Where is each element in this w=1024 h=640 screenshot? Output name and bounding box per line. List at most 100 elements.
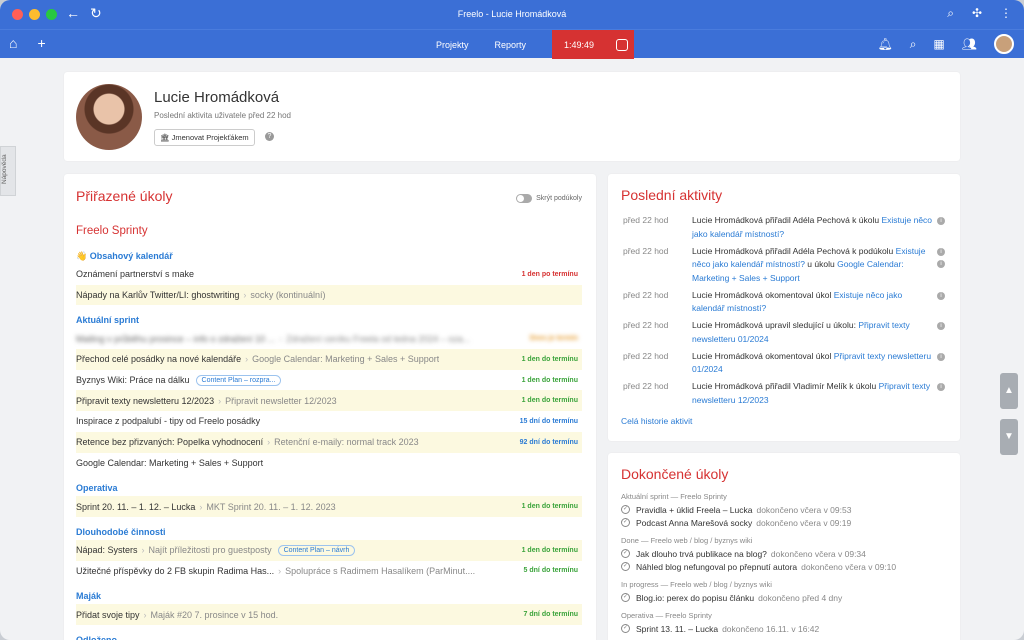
scroll-down-button[interactable]: ▼ [1000,419,1018,455]
add-icon[interactable]: + [37,35,45,51]
info-icon[interactable]: i [937,383,945,391]
task-name[interactable]: Přidat svoje tipy [76,610,140,620]
completed-task[interactable]: ✓ Náhled blog nefungoval po přepnutí auto… [621,560,947,573]
activity-description: Lucie Hromádková okomentoval úkol [692,350,834,361]
nav-reports-link[interactable]: Reporty [495,40,527,50]
parent-task-name[interactable]: MKT Sprint 20. 11. – 1. 12. 2023 [199,502,335,512]
completed-task[interactable]: ✓ Jak dlouho trvá publikace na blog? dokon… [621,547,947,560]
task-row[interactable]: Byznys Wiki: Práce na dálku Content Plan … [76,370,582,391]
top-navbar: ⌂ + Projekty Reporty 1:49:49 🔔︎ ⌕ ▦ 👥︎ [0,29,1024,59]
task-section-heading[interactable]: Operativa [76,480,582,496]
task-row[interactable]: Připravit texty newsletteru 12/2023 Připr… [76,390,582,412]
completed-task-name[interactable]: Blog.io: perex do popisu článku [636,593,754,603]
completed-task-name[interactable]: Jak dlouho trvá publikace na blog? [636,549,767,559]
completed-task[interactable]: ✓ Sprint 13. 11. – Lucka dokončeno 16.11. … [621,622,947,635]
task-name[interactable]: Připravit texty newsletteru 12/2023 [76,396,214,406]
task-row[interactable]: Přechod celé posádky na nové kalendáře Go… [76,349,582,370]
task-row[interactable]: Google Calendar: Marketing + Sales + Sup… [76,453,582,474]
timer-value: 1:49:49 [564,39,595,50]
due-status: 1 den do termínu [521,355,578,363]
parent-task-name[interactable]: Retenční e-maily: normal track 2023 [267,437,419,447]
task-row[interactable]: Přidat svoje tipy Maják #20 7. prosince v… [76,604,582,625]
parent-task-name[interactable]: Najít příležitosti pro guestposty [142,545,272,555]
info-icon[interactable]: i [937,291,945,300]
task-name[interactable]: Inspirace z podpalubí - tipy od Freelo p… [76,416,260,426]
user-avatar[interactable] [994,34,1014,54]
nav-projects-link[interactable]: Projekty [436,40,469,50]
completed-task-name[interactable]: Pravidla + úklid Freela – Lucka [636,505,752,515]
info-icon[interactable]: i [937,217,945,225]
task-row[interactable]: Nápad: Systers Najít příležitosti pro gue… [76,539,582,561]
task-row[interactable]: Oznámení partnerství s make 1 den po term… [76,264,582,285]
scroll-up-button[interactable]: ▲ [1000,373,1018,409]
task-list-tag[interactable]: Content Plan – rozpra... [195,374,282,386]
parent-task-name[interactable]: Google Calendar: Marketing + Sales + Sup… [245,354,439,364]
task-row[interactable]: Mailing v průběhu prosince – info o zdra… [76,328,582,349]
task-row[interactable]: Nápady na Karlův Twitter/LI: ghostwritin… [76,284,582,306]
notifications-bell-icon[interactable]: 🔔︎ [877,37,892,51]
calendar-icon[interactable]: ▦ [933,37,944,51]
home-icon[interactable]: ⌂ [9,35,17,51]
help-icon[interactable]: ? [265,132,274,141]
task-name[interactable]: Přechod celé posádky na nové kalendáře [76,354,241,364]
time-tracker[interactable]: 1:49:49 [552,30,635,59]
task-name[interactable]: Mailing v průběhu prosince – info o zdra… [76,334,275,344]
project-name[interactable]: Freelo Sprinty [76,225,148,237]
task-name[interactable]: Retence bez přizvaných: Popelka vyhodnoc… [76,437,263,447]
task-name[interactable]: Užitečné příspěvky do 2 FB skupin Radima… [76,566,274,576]
profile-name: Lucie Hromádková [154,89,280,106]
task-name[interactable]: Google Calendar: Marketing + Sales + Sup… [76,458,263,468]
completed-task[interactable]: ✓ Blog.io: perex do popisu článku dokončen… [621,591,947,604]
info-icon[interactable]: i [937,259,945,268]
check-circle-icon[interactable]: ✓ [621,624,630,633]
completed-task-name[interactable]: Podcast Anna Marešová socky [636,518,752,528]
activity-item: před 22 hod Lucie Hromádková okomentoval … [623,289,945,316]
parent-task-name[interactable]: Připravit newsletter 12/2023 [218,396,337,406]
stop-timer-icon[interactable] [616,38,629,51]
info-icon[interactable]: i [937,247,945,256]
task-row[interactable]: Užitečné příspěvky do 2 FB skupin Radima… [76,561,582,582]
task-name[interactable]: Sprint 20. 11. – 1. 12. – Lucka [76,502,195,512]
users-icon[interactable]: 👥︎ [962,37,977,51]
zoom-icon[interactable]: ⌕ [947,6,954,21]
extensions-icon[interactable]: ✣ [972,6,982,21]
task-name[interactable]: Nápad: Systers [76,545,138,555]
completed-task-name[interactable]: Sprint 13. 11. – Lucka [636,624,718,634]
task-section-heading[interactable]: Maják [76,588,582,604]
completed-task[interactable]: ✓ Pravidla + úklid Freela – Lucka dokončen… [621,503,947,516]
due-status: Dnes je termín [529,335,578,343]
task-row[interactable]: Inspirace z podpalubí - tipy od Freelo p… [76,411,582,432]
check-circle-icon[interactable]: ✓ [621,518,630,527]
check-circle-icon[interactable]: ✓ [621,593,630,602]
task-section-heading[interactable]: Dlouhodobé činnosti [76,524,582,540]
task-section-heading[interactable]: Aktuální sprint [76,312,582,328]
task-section-heading[interactable]: 👋 Obsahový kalendář [76,248,582,264]
task-row[interactable]: Retence bez přizvaných: Popelka vyhodnoc… [76,431,582,453]
parent-task-name[interactable]: socky (kontinuální) [243,290,325,300]
more-menu-icon[interactable]: ⋮ [1000,6,1012,21]
search-icon[interactable]: ⌕ [910,37,917,52]
help-side-tab[interactable]: Nápověda [0,146,16,196]
completed-task-name[interactable]: Náhled blog nefungoval po přepnutí autor… [636,562,797,572]
check-circle-icon[interactable]: ✓ [621,562,630,571]
task-list-tag[interactable]: Content Plan – návrh [277,544,356,556]
check-circle-icon[interactable]: ✓ [621,505,630,514]
task-section-heading[interactable]: Odloženo [76,632,582,640]
full-history-link[interactable]: Celá historie aktivit [621,416,692,426]
info-icon[interactable]: i [937,352,945,361]
parent-task-name[interactable]: Zdražení ceníku Freela od ledna 2024 – o… [279,334,470,344]
task-name[interactable]: Byznys Wiki: Práce na dálku [76,375,190,385]
make-project-manager-button[interactable]: 🏛︎ Jmenovat Projekťákem [154,129,255,146]
due-status: 7 dní do termínu [523,611,578,619]
hide-subtasks-toggle[interactable]: Skrýt podúkoly [516,194,582,203]
check-circle-icon[interactable]: ✓ [621,549,630,558]
info-icon[interactable]: i [937,322,945,330]
activity-text: Lucie Hromádková přiřadil Vladimír Melík… [692,380,935,407]
task-row[interactable]: Sprint 20. 11. – 1. 12. – Lucka MKT Sprin… [76,496,582,517]
task-name[interactable]: Oznámení partnerství s make [76,269,194,279]
parent-task-name[interactable]: Maják #20 7. prosince v 15 hod. [144,610,279,620]
activity-time: před 22 hod [623,245,669,256]
task-name[interactable]: Nápady na Karlův Twitter/LI: ghostwritin… [76,290,239,300]
completed-task[interactable]: ✓ Podcast Anna Marešová socky dokončeno vč… [621,516,947,529]
parent-task-name[interactable]: Spolupráce s Radimem Hasalíkem (ParMinut… [278,566,475,576]
